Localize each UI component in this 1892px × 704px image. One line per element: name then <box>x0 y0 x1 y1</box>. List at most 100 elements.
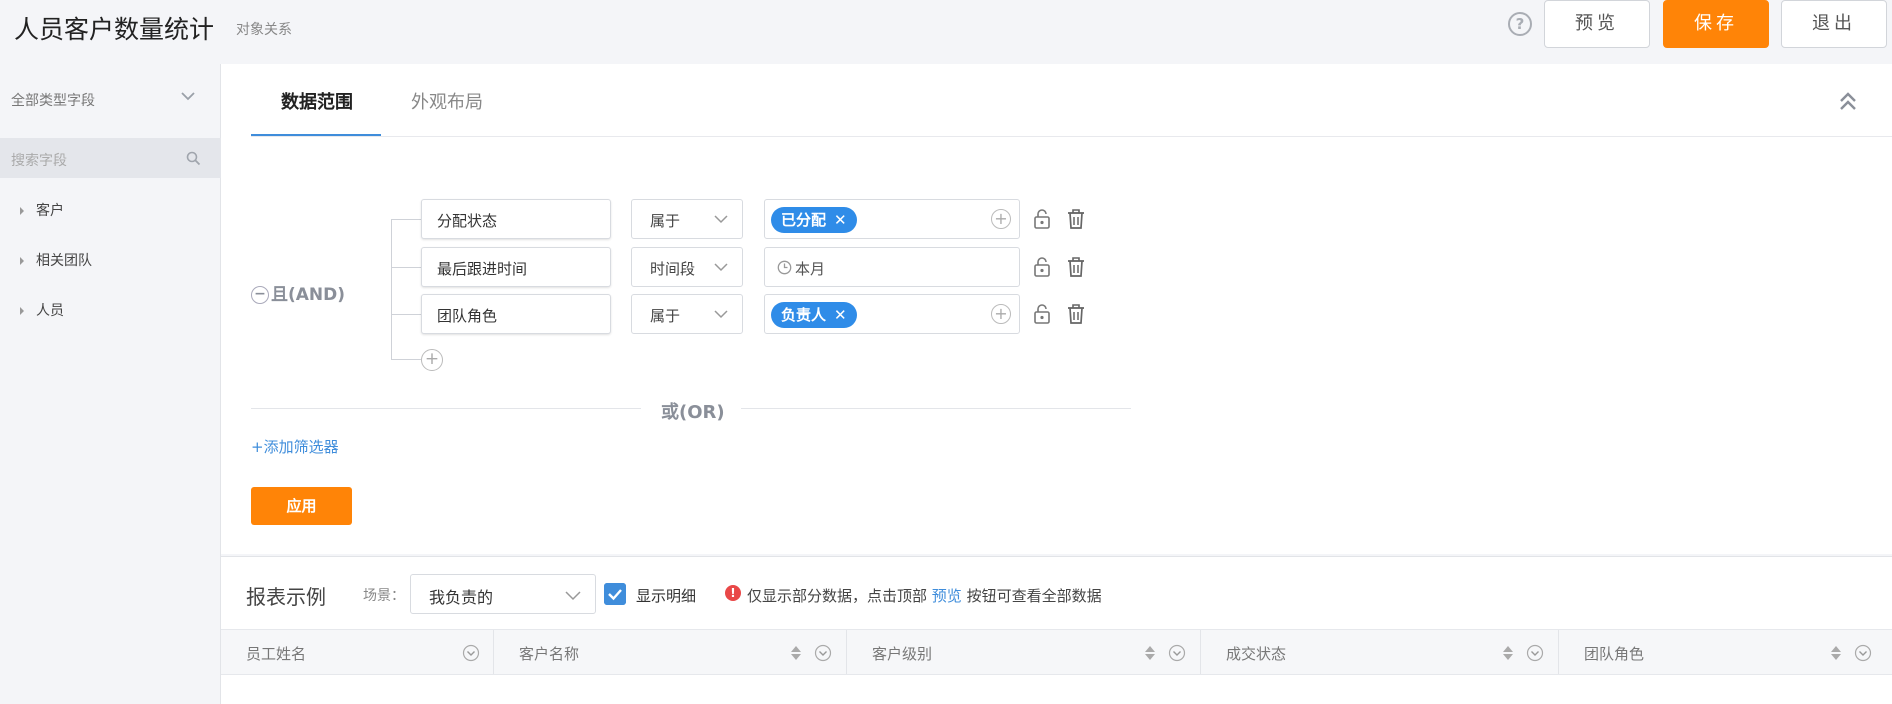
tabs-divider <box>251 136 1892 137</box>
tree-branch <box>391 359 421 360</box>
column-header[interactable]: 客户名称 <box>494 630 847 674</box>
add-filter-link[interactable]: +添加筛选器 <box>251 436 339 457</box>
field-type-select[interactable]: 全部类型字段 <box>11 90 95 110</box>
operator-label: 属于 <box>650 212 681 230</box>
sidebar-item-related-team[interactable]: 相关团队 <box>20 250 92 270</box>
column-menu-icon[interactable] <box>462 644 480 662</box>
column-menu-icon[interactable] <box>814 644 832 662</box>
trash-icon[interactable] <box>1067 303 1085 325</box>
column-menu-icon[interactable] <box>1168 644 1186 662</box>
clock-icon <box>777 260 792 275</box>
column-label: 客户名称 <box>519 645 580 663</box>
value-tag-label: 负责人 <box>781 306 827 324</box>
sidebar-item-customer[interactable]: 客户 <box>20 200 64 220</box>
report-preview: 报表示例 场景： 我负责的 显示明细 ! 仅显示部分数据，点击顶部 预览 按钮可… <box>221 556 1892 704</box>
report-title: 报表示例 <box>246 585 326 609</box>
condition-field[interactable]: 分配状态 <box>421 199 611 239</box>
logic-or-label: 或(OR) <box>661 402 725 423</box>
scene-value: 我负责的 <box>429 588 494 607</box>
column-label: 团队角色 <box>1584 645 1645 663</box>
column-header[interactable]: 团队角色 <box>1559 630 1892 674</box>
logic-and-label: 且(AND) <box>271 285 346 305</box>
sidebar-item-people[interactable]: 人员 <box>20 300 64 320</box>
partial-data-note: 仅显示部分数据，点击顶部 预览 按钮可查看全部数据 <box>747 585 1102 606</box>
column-label: 员工姓名 <box>246 645 307 663</box>
tab-appearance-layout[interactable]: 外观布局 <box>411 88 483 114</box>
sort-icon[interactable] <box>1502 645 1514 661</box>
table-header: 员工姓名 客户名称 客户级别 成交状态 团队角色 <box>221 629 1892 675</box>
tab-data-range[interactable]: 数据范围 <box>281 88 353 114</box>
add-condition-icon[interactable]: + <box>421 349 443 371</box>
lock-icon[interactable] <box>1033 303 1051 325</box>
add-value-icon[interactable]: + <box>991 304 1011 324</box>
column-label: 客户级别 <box>872 645 933 663</box>
trash-icon[interactable] <box>1067 208 1085 230</box>
condition-operator[interactable]: 时间段 <box>631 247 743 287</box>
condition-operator[interactable]: 属于 <box>631 294 743 334</box>
remove-tag-icon[interactable]: ✕ <box>834 306 847 324</box>
help-icon[interactable]: ? <box>1508 12 1532 36</box>
search-input[interactable]: 搜索字段 <box>11 150 67 170</box>
sidebar-item-label: 客户 <box>36 203 64 219</box>
sidebar-item-label: 人员 <box>36 303 64 319</box>
remove-tag-icon[interactable]: ✕ <box>834 211 847 229</box>
apply-button[interactable]: 应用 <box>251 487 352 525</box>
exit-button[interactable]: 退出 <box>1781 0 1887 48</box>
operator-label: 属于 <box>650 307 681 325</box>
lock-icon[interactable] <box>1033 256 1051 278</box>
condition-operator[interactable]: 属于 <box>631 199 743 239</box>
sort-icon[interactable] <box>1830 645 1842 661</box>
preview-button[interactable]: 预览 <box>1544 0 1650 48</box>
column-header[interactable]: 员工姓名 <box>221 630 494 674</box>
sort-icon[interactable] <box>790 645 802 661</box>
or-divider <box>741 408 1131 409</box>
condition-value[interactable]: 本月 <box>764 247 1020 287</box>
sidebar-item-label: 相关团队 <box>36 253 92 269</box>
add-value-icon[interactable]: + <box>991 209 1011 229</box>
scene-select[interactable]: 我负责的 <box>410 574 596 614</box>
chevron-down-icon <box>714 310 728 319</box>
column-menu-icon[interactable] <box>1526 644 1544 662</box>
filter-panel: 数据范围 外观布局 − 且(AND) 分配状态 属于 已分配 ✕ + 最后跟进时间 … <box>221 64 1892 554</box>
note-text: 按钮可查看全部数据 <box>966 587 1102 605</box>
search-icon[interactable] <box>186 151 201 166</box>
caret-right-icon <box>20 207 24 215</box>
tree-branch <box>391 267 421 268</box>
chevron-down-icon <box>565 591 581 601</box>
page-subtitle: 对象关系 <box>236 22 292 38</box>
caret-right-icon <box>20 257 24 265</box>
condition-value[interactable]: 负责人 ✕ + <box>764 294 1020 334</box>
show-detail-label: 显示明细 <box>636 587 697 605</box>
show-detail-checkbox[interactable] <box>604 583 626 605</box>
caret-right-icon <box>20 307 24 315</box>
chevron-down-icon <box>714 263 728 272</box>
lock-icon[interactable] <box>1033 208 1051 230</box>
logic-and-toggle[interactable]: − 且(AND) <box>251 280 345 305</box>
value-tag: 负责人 ✕ <box>771 302 857 328</box>
minus-circle-icon[interactable]: − <box>251 286 269 304</box>
condition-field[interactable]: 最后跟进时间 <box>421 247 611 287</box>
column-header[interactable]: 成交状态 <box>1201 630 1559 674</box>
chevron-down-icon[interactable] <box>180 88 196 104</box>
tree-branch <box>391 219 421 220</box>
column-label: 成交状态 <box>1226 645 1287 663</box>
warning-icon: ! <box>725 585 741 601</box>
chevron-down-icon <box>714 215 728 224</box>
column-menu-icon[interactable] <box>1854 644 1872 662</box>
condition-tree-line <box>391 219 421 359</box>
note-text: 仅显示部分数据，点击顶部 <box>747 587 928 605</box>
condition-value[interactable]: 已分配 ✕ + <box>764 199 1020 239</box>
field-sidebar: 全部类型字段 搜索字段 客户 相关团队 人员 <box>0 64 221 704</box>
or-divider <box>251 408 641 409</box>
sort-icon[interactable] <box>1144 645 1156 661</box>
scene-label: 场景： <box>363 588 405 604</box>
field-search[interactable]: 搜索字段 <box>0 138 221 178</box>
preview-link[interactable]: 预览 <box>932 587 962 605</box>
column-header[interactable]: 客户级别 <box>847 630 1201 674</box>
top-bar: 人员客户数量统计 对象关系 ? 预览 保存 退出 <box>0 0 1892 54</box>
collapse-up-icon[interactable] <box>1838 90 1858 112</box>
condition-field[interactable]: 团队角色 <box>421 294 611 334</box>
operator-label: 时间段 <box>650 260 696 278</box>
trash-icon[interactable] <box>1067 256 1085 278</box>
save-button[interactable]: 保存 <box>1663 0 1769 48</box>
